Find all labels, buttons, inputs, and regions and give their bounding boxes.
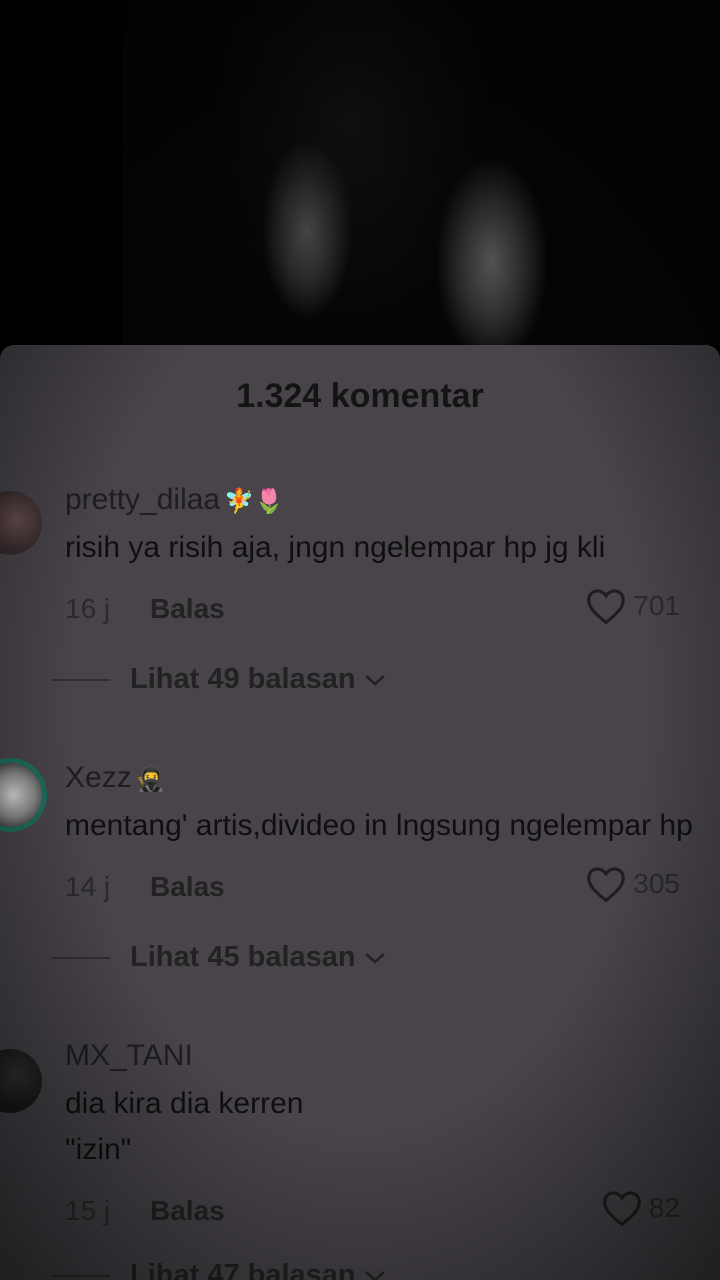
- username-emoji: 🧚🌷: [224, 488, 284, 515]
- username-emoji: 🥷: [135, 766, 166, 793]
- reply-button[interactable]: Balas: [150, 593, 225, 625]
- divider-line: [52, 1274, 110, 1277]
- comment-text-line: "izin": [65, 1133, 132, 1166]
- reply-button[interactable]: Balas: [150, 1195, 225, 1227]
- chevron-down-icon: [364, 1270, 385, 1280]
- like-button[interactable]: 701: [585, 587, 680, 625]
- username-text: pretty_dilaa: [65, 483, 221, 516]
- view-replies-button[interactable]: Lihat 49 balasan: [52, 663, 386, 696]
- reply-button[interactable]: Balas: [150, 871, 225, 903]
- view-replies-label: Lihat 49 balasan: [130, 663, 356, 695]
- comment-text: risih ya risih aja, jngn ngelempar hp jg…: [65, 531, 606, 564]
- avatar[interactable]: [0, 1049, 42, 1113]
- video-frame: [122, 0, 720, 345]
- video-player[interactable]: [0, 0, 720, 345]
- comment-username[interactable]: Xezz 🥷: [65, 761, 166, 795]
- comment-text: mentang' artis,divideo in lngsung ngelem…: [65, 809, 693, 842]
- like-count: 701: [633, 590, 680, 621]
- divider-line: [52, 678, 110, 681]
- comment-username[interactable]: MX_TANI: [65, 1039, 193, 1073]
- comment-text-line: dia kira dia kerren: [65, 1087, 304, 1120]
- chevron-down-icon: [364, 674, 385, 686]
- comment-time: 14 j: [65, 871, 111, 902]
- username-text: MX_TANI: [65, 1039, 193, 1072]
- avatar[interactable]: [0, 763, 42, 827]
- comment-time: 15 j: [65, 1195, 111, 1226]
- chevron-down-icon: [364, 952, 385, 964]
- like-count: 82: [648, 1192, 680, 1223]
- heart-outline-icon: [603, 1191, 641, 1227]
- avatar[interactable]: [0, 491, 42, 555]
- comments-count-title: 1.324 komentar: [236, 377, 484, 415]
- view-replies-button[interactable]: Lihat 47 balasan: [52, 1259, 386, 1280]
- comment-time: 16 j: [65, 593, 111, 624]
- comments-sheet: 1.324 komentar pretty_dilaa 🧚🌷 risih ya r…: [0, 345, 720, 1280]
- heart-outline-icon: [587, 867, 626, 903]
- like-count: 305: [633, 868, 680, 899]
- view-replies-button[interactable]: Lihat 45 balasan: [52, 941, 386, 974]
- like-button[interactable]: 305: [585, 865, 680, 903]
- view-replies-label: Lihat 45 balasan: [130, 941, 356, 973]
- divider-line: [52, 956, 110, 959]
- view-replies-label: Lihat 47 balasan: [130, 1259, 356, 1280]
- username-text: Xezz: [65, 761, 132, 794]
- comment-username[interactable]: pretty_dilaa 🧚🌷: [65, 483, 284, 517]
- heart-outline-icon: [587, 589, 626, 625]
- like-button[interactable]: 82: [601, 1189, 680, 1227]
